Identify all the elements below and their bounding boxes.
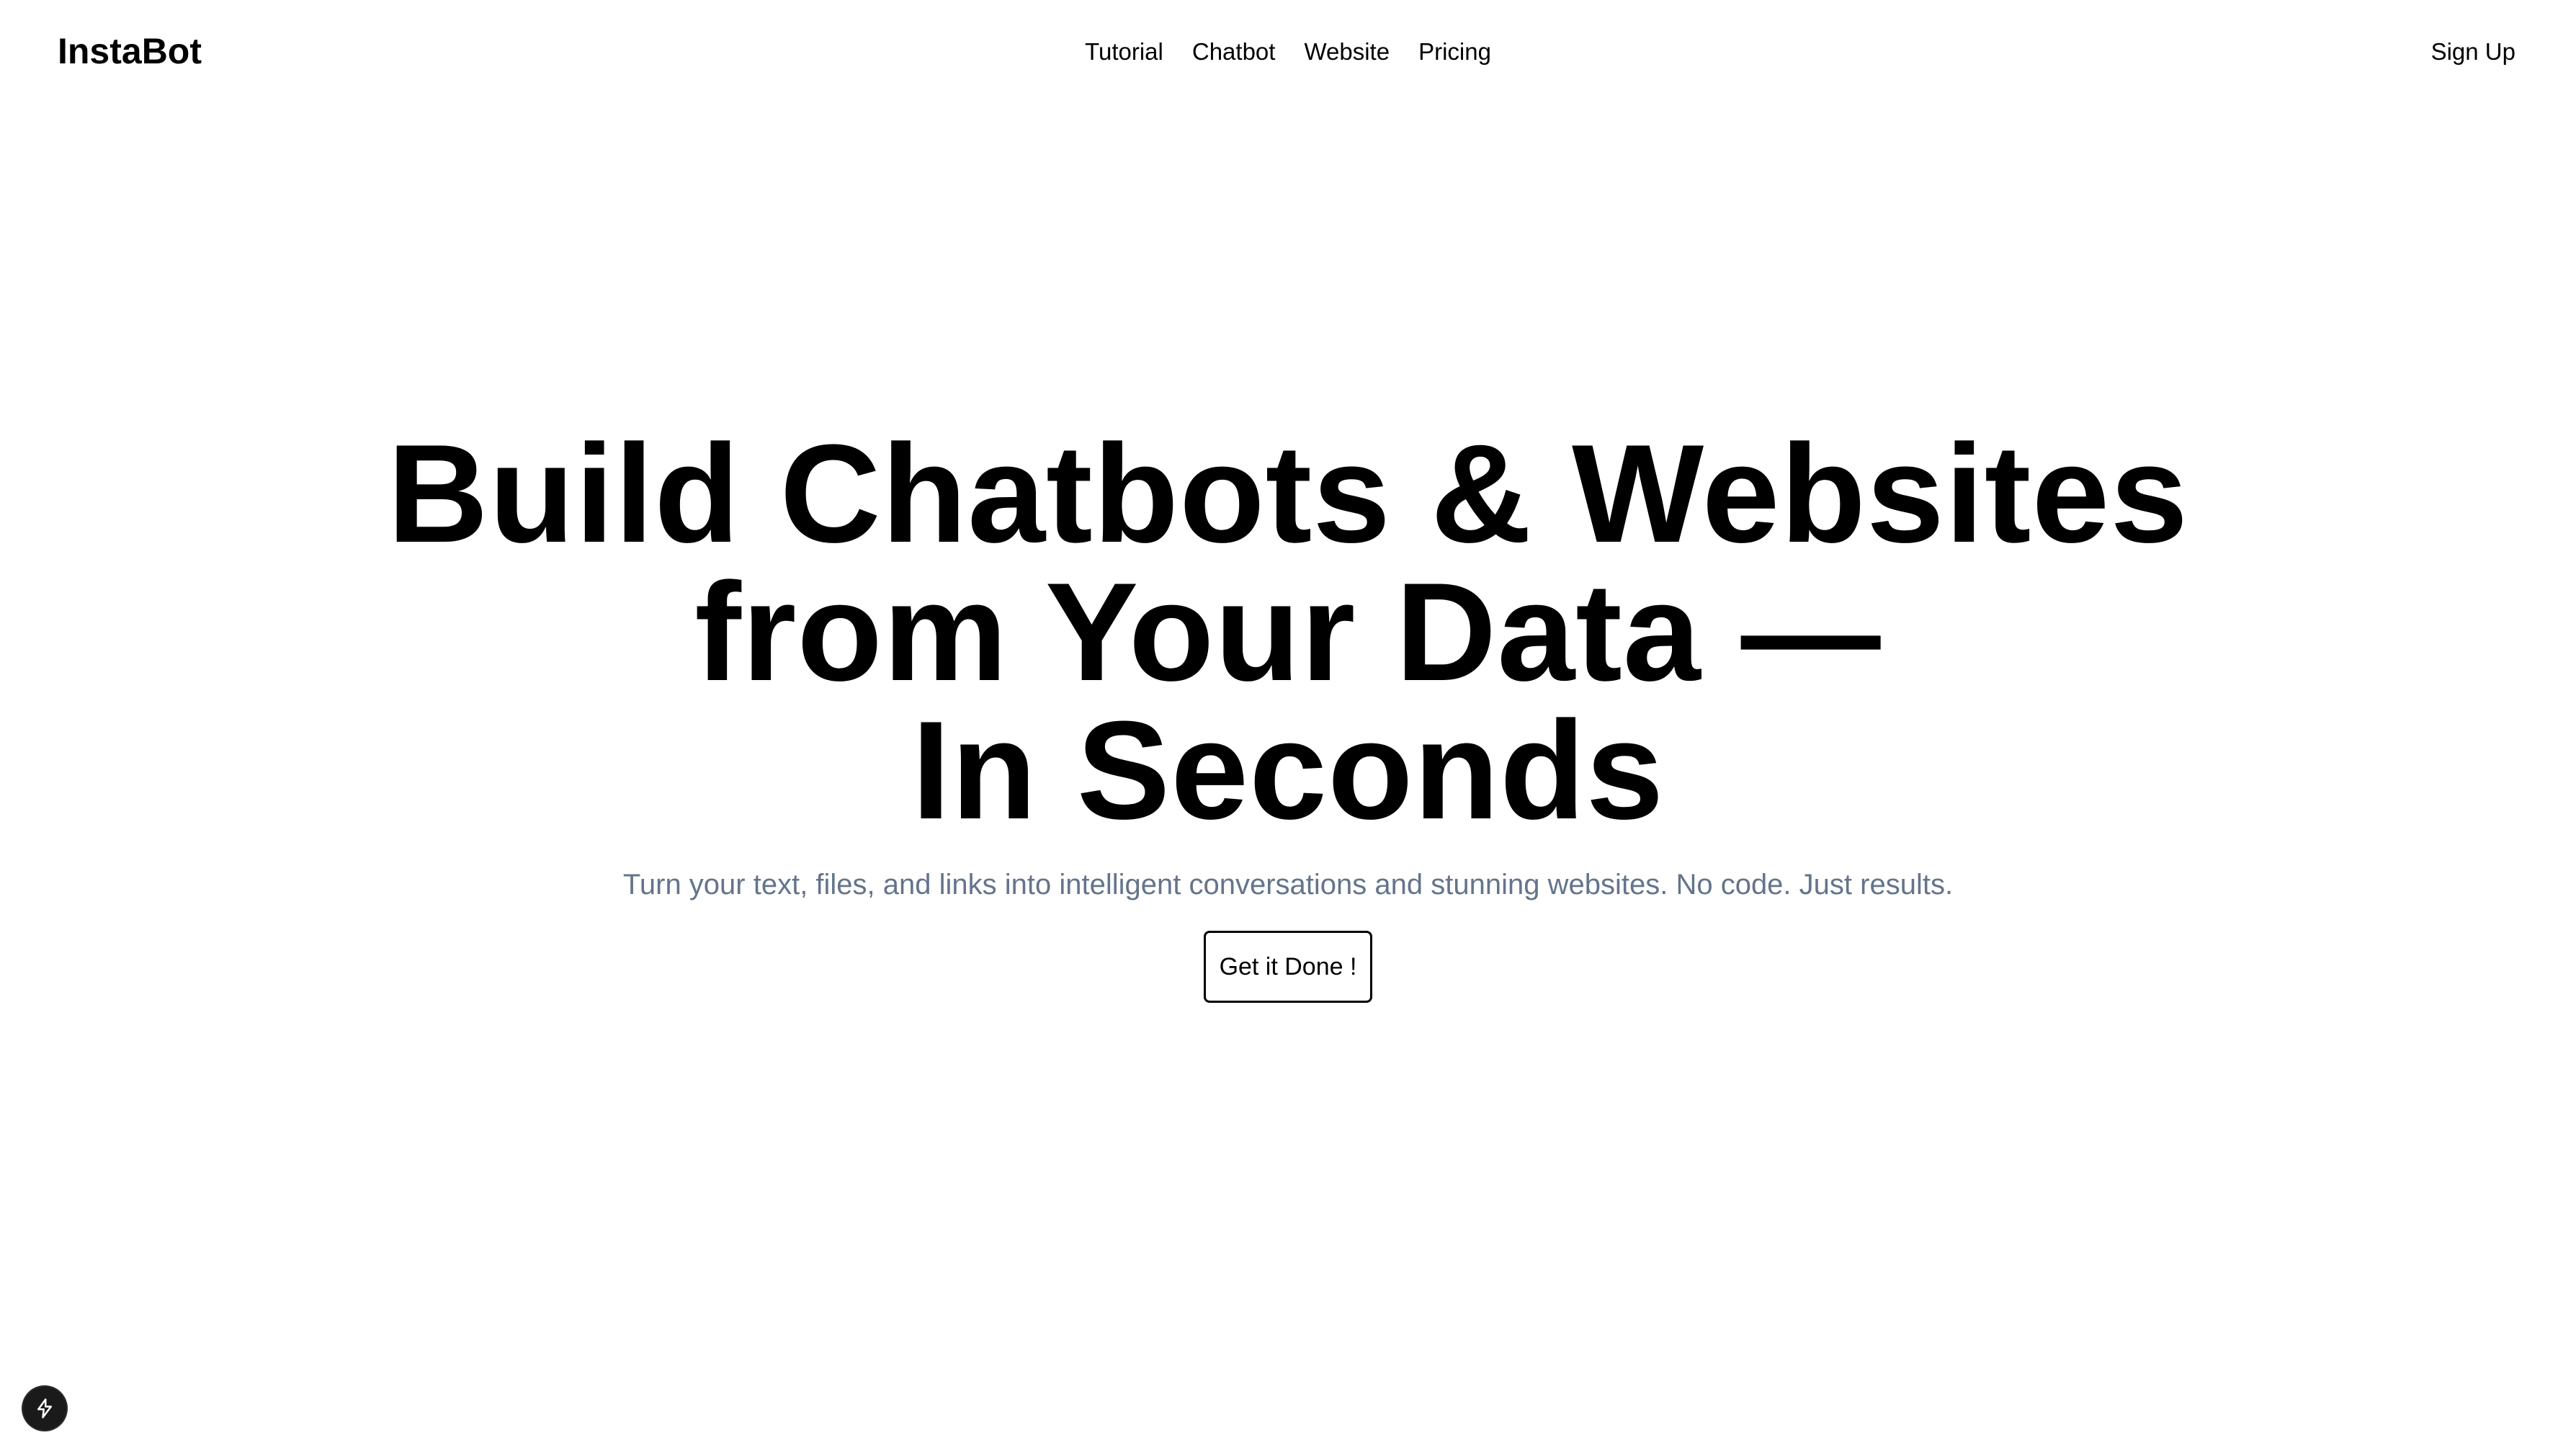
- main-nav: Tutorial Chatbot Website Pricing: [0, 32, 2576, 72]
- hero-title-line: from Your Data —: [694, 554, 1882, 710]
- lightning-bolt-icon: [37, 1398, 52, 1418]
- hero-title: Build Chatbots & Websites from Your Data…: [0, 416, 2576, 849]
- hero-title-line: Build Chatbots & Websites: [387, 416, 2189, 572]
- nav-link-pricing[interactable]: Pricing: [1418, 32, 1491, 72]
- logo[interactable]: InstaBot: [58, 27, 202, 75]
- cta-container: Get it Done !: [0, 931, 2576, 1003]
- dev-tools-badge[interactable]: [23, 1387, 66, 1430]
- nav-link-tutorial[interactable]: Tutorial: [1085, 32, 1163, 72]
- nav-link-chatbot[interactable]: Chatbot: [1192, 32, 1276, 72]
- hero-subtitle: Turn your text, files, and links into in…: [622, 869, 1954, 900]
- top-navbar: InstaBot Tutorial Chatbot Website Pricin…: [0, 0, 2576, 104]
- get-it-done-button[interactable]: Get it Done !: [1204, 931, 1372, 1003]
- hero-section: Build Chatbots & Websites from Your Data…: [0, 416, 2576, 1003]
- hero-title-line: In Seconds: [911, 692, 1665, 849]
- nav-link-website[interactable]: Website: [1304, 32, 1390, 72]
- sign-up-link[interactable]: Sign Up: [2431, 32, 2515, 72]
